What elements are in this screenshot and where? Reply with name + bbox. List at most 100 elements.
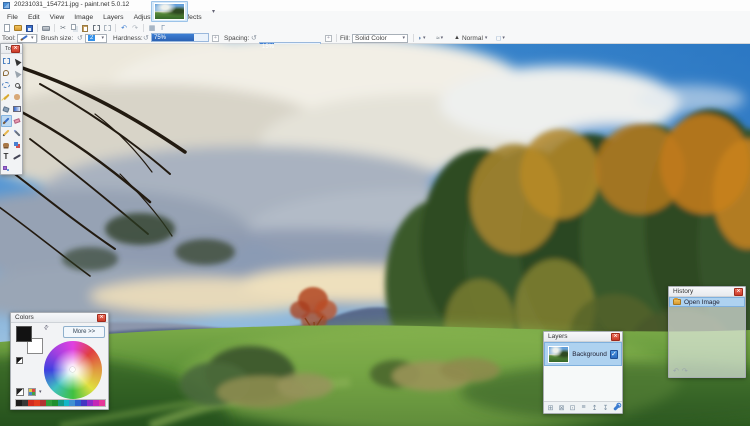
close-icon[interactable]: ×: [11, 44, 20, 53]
duplicate-layer-button[interactable]: ⊡: [568, 403, 577, 412]
hardness-reset-icon[interactable]: ↺: [143, 33, 149, 43]
color-wheel[interactable]: [44, 341, 102, 399]
smoothing-icon: ≈: [436, 34, 440, 42]
tool-move-selected-pixels[interactable]: [12, 55, 23, 67]
paintnet-window: 20231031_154721.jpg - paint.net 5.0.12 F…: [0, 0, 750, 426]
tab-list-chevron-icon[interactable]: ▾: [212, 8, 215, 15]
menu-file[interactable]: File: [3, 13, 22, 22]
add-new-layer-button[interactable]: ⊞: [546, 403, 555, 412]
colors-panel-title: Colors: [15, 314, 34, 321]
menu-layers[interactable]: Layers: [99, 13, 127, 22]
menu-edit[interactable]: Edit: [24, 13, 44, 22]
hardness-slider[interactable]: 75%: [151, 33, 209, 42]
image-tab-thumbnail: [154, 3, 185, 20]
layer-name: Background: [572, 350, 607, 358]
tool-shapes[interactable]: [1, 163, 12, 175]
palette-swatch[interactable]: [99, 400, 106, 406]
options-separator: [413, 34, 414, 42]
tools-panel-titlebar[interactable]: Tools ×: [1, 44, 22, 54]
layers-list-empty-area: [544, 366, 622, 401]
image-tab[interactable]: [151, 1, 188, 22]
undo-button[interactable]: ↶: [119, 24, 129, 33]
layer-properties-button[interactable]: [612, 403, 621, 412]
close-icon[interactable]: ×: [734, 287, 743, 296]
more-button[interactable]: More >>: [63, 326, 105, 338]
hardness-finetune-button[interactable]: +: [212, 33, 219, 43]
open-file-button[interactable]: [13, 24, 23, 33]
layer-row-background[interactable]: Background ✓: [544, 342, 622, 366]
move-layer-down-button[interactable]: ↧: [601, 403, 610, 412]
crop-to-selection-button[interactable]: [91, 24, 101, 33]
recolor-icon: [14, 142, 18, 146]
rulers-button[interactable]: Γ: [158, 24, 168, 33]
pixel-grid-button[interactable]: ▦: [147, 24, 157, 33]
tool-paintbrush[interactable]: [0, 115, 12, 127]
new-file-button[interactable]: [2, 24, 12, 33]
layers-panel-titlebar[interactable]: Layers ×: [544, 332, 622, 342]
tool-lasso-select[interactable]: [1, 67, 12, 79]
layer-visibility-checkbox[interactable]: ✓: [609, 349, 618, 359]
primary-color-swatch[interactable]: [16, 326, 32, 342]
copy-button[interactable]: [69, 24, 79, 33]
move-layer-up-button[interactable]: ↥: [590, 403, 599, 412]
black-white-reset-icon[interactable]: [16, 388, 24, 396]
palette-menu-icon[interactable]: [28, 388, 36, 396]
close-icon[interactable]: ×: [97, 313, 106, 322]
redo-button[interactable]: ↷: [130, 24, 140, 33]
brush-size-reset-icon[interactable]: ↺: [77, 33, 83, 43]
tool-line-curve[interactable]: [12, 151, 23, 163]
canvas-viewport[interactable]: [0, 44, 750, 426]
delete-layer-button[interactable]: ⊠: [557, 403, 566, 412]
tool-pan[interactable]: [12, 91, 23, 103]
history-panel-titlebar[interactable]: History ×: [669, 287, 745, 297]
spacing-reset-icon[interactable]: ↺: [251, 33, 257, 43]
smoothing-dropdown[interactable]: ≈ ▾: [436, 33, 443, 43]
tool-eraser[interactable]: [12, 115, 23, 127]
paste-button[interactable]: [80, 24, 90, 33]
tool-ellipse-select[interactable]: [1, 79, 12, 91]
tool-zoom[interactable]: [12, 79, 23, 91]
toolbar-separator: [143, 24, 144, 32]
selection-clipping-dropdown[interactable]: ◻ ▾: [496, 33, 505, 43]
eraser-icon: [13, 118, 21, 124]
antialiasing-dropdown[interactable]: ◗ ▾: [418, 33, 425, 43]
tool-recolor[interactable]: [12, 139, 23, 151]
merge-layer-down-button[interactable]: ≡: [579, 403, 588, 412]
chevron-down-icon[interactable]: ▾: [39, 389, 42, 395]
save-button[interactable]: [24, 24, 34, 33]
spacing-value: 15%: [262, 44, 275, 50]
window-title: 20231031_154721.jpg - paint.net 5.0.12: [14, 1, 130, 8]
swap-colors-icon[interactable]: ⇄: [42, 323, 51, 332]
save-floppy-icon: [25, 24, 33, 32]
active-tool-dropdown[interactable]: ▾: [17, 33, 37, 43]
cut-button[interactable]: ✂: [58, 24, 68, 33]
spacing-finetune-button[interactable]: +: [325, 33, 332, 43]
fill-style-dropdown[interactable]: Solid Color ▾: [352, 33, 408, 43]
tool-rectangle-select[interactable]: [1, 55, 12, 67]
tool-gradient[interactable]: [12, 103, 23, 115]
tool-options-bar: Tool: ▾ Brush size: ↺ 2 ▾ Hardness: ↺ 75…: [0, 33, 750, 51]
tool-text[interactable]: T: [1, 151, 12, 163]
menu-image[interactable]: Image: [70, 13, 97, 22]
options-separator: [37, 34, 38, 42]
tool-magic-wand[interactable]: [1, 91, 12, 103]
options-separator: [336, 34, 337, 42]
colors-panel-titlebar[interactable]: Colors ×: [11, 313, 108, 323]
print-button[interactable]: [41, 24, 51, 33]
titlebar: 20231031_154721.jpg - paint.net 5.0.12: [0, 0, 750, 11]
menu-view[interactable]: View: [46, 13, 69, 22]
tool-color-picker[interactable]: [12, 127, 23, 139]
deselect-button[interactable]: [102, 24, 112, 33]
tool-clone-stamp[interactable]: [1, 139, 12, 151]
fill-style-value: Solid Color: [355, 34, 387, 42]
tool-move-selection[interactable]: [12, 67, 23, 79]
tool-paint-bucket[interactable]: [1, 103, 12, 115]
tool-pencil[interactable]: [1, 127, 12, 139]
blend-mode-dropdown[interactable]: ▲ Normal ▾: [454, 33, 487, 43]
brush-size-combo[interactable]: 2 ▾: [85, 33, 107, 43]
default-colors-swatch[interactable]: [16, 357, 23, 364]
history-redo-icon[interactable]: ↷: [682, 368, 688, 375]
history-item-open-image[interactable]: Open Image: [669, 297, 745, 307]
close-icon[interactable]: ×: [611, 332, 620, 341]
history-undo-icon[interactable]: ↶: [673, 368, 679, 375]
